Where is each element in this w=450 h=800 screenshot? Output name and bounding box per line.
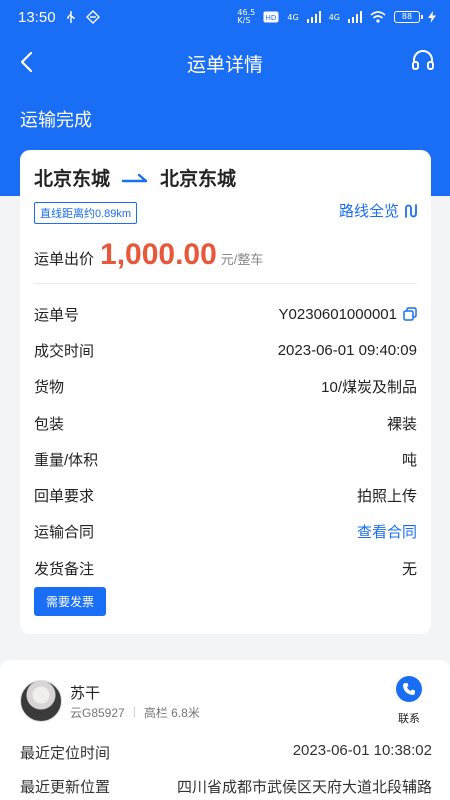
- order-status: 运输完成: [20, 110, 92, 130]
- detail-label: 运单号: [34, 306, 80, 324]
- detail-row-packaging: 包装 裸装: [34, 405, 417, 441]
- contact-button[interactable]: 联系: [394, 676, 424, 726]
- phone-icon: [396, 676, 422, 702]
- detail-row-receipt-requirement: 回单要求 拍照上传: [34, 477, 417, 513]
- order-number: Y0230601000001: [278, 305, 397, 323]
- price-unit: 元/整车: [220, 252, 264, 267]
- wifi-icon: [370, 11, 386, 23]
- app-notification-icon: [86, 10, 100, 24]
- detail-row-contract: 运输合同 查看合同: [34, 514, 417, 550]
- route-overview-label: 路线全览: [338, 203, 399, 220]
- location-time-label: 最近定位时间: [20, 745, 111, 762]
- detail-value: 裸装: [386, 415, 417, 433]
- status-time: 13:50: [18, 9, 56, 26]
- price-label: 运单出价: [34, 251, 95, 268]
- detail-label: 运输合同: [34, 524, 95, 542]
- status-bar: 13:50 46.5 K/S HD 4G 4G 88: [0, 0, 450, 36]
- need-invoice-button[interactable]: 需要发票: [34, 587, 107, 616]
- svg-text:HD: HD: [266, 14, 277, 22]
- contact-label: 联系: [398, 713, 420, 725]
- detail-value: 2023-06-01 09:40:09: [277, 341, 417, 359]
- route-icon: [405, 203, 417, 218]
- detail-label: 回单要求: [34, 488, 95, 506]
- customer-service-icon[interactable]: [410, 48, 436, 74]
- plate-number: 云G85927: [70, 706, 125, 720]
- vehicle-info: 高栏 6.8米: [143, 706, 200, 720]
- avatar: [20, 680, 62, 722]
- battery-icon: 88: [394, 11, 423, 23]
- detail-row-remark: 发货备注 无: [34, 550, 417, 586]
- last-location-place-row: 最近更新位置 四川省成都市武侯区天府大道北段辅路: [20, 776, 432, 797]
- detail-label: 重量/体积: [34, 451, 99, 469]
- signal-icon-2: [348, 11, 362, 23]
- detail-row-weight-volume: 重量/体积 吨: [34, 441, 417, 477]
- detail-row-goods: 货物 10/煤炭及制品: [34, 369, 417, 405]
- detail-label: 成交时间: [34, 342, 95, 360]
- route-to: 北京东城: [160, 169, 237, 190]
- driver-name: 苏干: [70, 685, 101, 702]
- network-speed: 46.5 K/S: [237, 8, 256, 25]
- detail-label: 发货备注: [34, 560, 95, 578]
- driver-card: 苏干 云G85927 | 高栏 6.8米 联系 最近定位时间 2023-06-0…: [0, 660, 450, 800]
- copy-icon[interactable]: [403, 307, 417, 321]
- hd-icon: HD: [263, 11, 279, 23]
- route-overview-link[interactable]: 路线全览: [339, 200, 419, 221]
- signal-icon: [306, 11, 321, 23]
- location-place-label: 最近更新位置: [20, 779, 111, 796]
- order-card: 北京东城 北京东城 直线距离约0.89km 路线全览 运单出价 1,000.00…: [20, 150, 431, 634]
- status-right-icons: 46.5 K/S HD 4G 4G 88: [237, 9, 436, 25]
- location-time-value: 2023-06-01 10:38:02: [292, 742, 432, 759]
- page-title: 运单详情: [186, 55, 263, 76]
- signal-4g-label-1: 4G: [287, 12, 299, 22]
- detail-label: 货物: [34, 379, 65, 397]
- distance-tag: 直线距离约0.89km: [34, 202, 138, 224]
- signal-4g-label-2: 4G: [328, 12, 340, 22]
- detail-value: 拍照上传: [356, 488, 417, 506]
- detail-value: 10/煤炭及制品: [321, 379, 417, 397]
- location-place-value: 四川省成都市武侯区天府大道北段辅路: [176, 779, 432, 796]
- detail-label: 包装: [34, 415, 65, 433]
- detail-row-order-no: 运单号 Y0230601000001: [34, 296, 417, 332]
- route-header: 北京东城 北京东城: [34, 164, 236, 191]
- status-notification-icons: [66, 10, 100, 24]
- driver-meta: 云G85927 | 高栏 6.8米: [70, 704, 200, 721]
- nav-bar: 运单详情: [0, 36, 450, 88]
- detail-value: 吨: [401, 451, 417, 469]
- last-location-time-row: 最近定位时间 2023-06-01 10:38:02: [20, 742, 432, 763]
- usb-icon: [67, 11, 75, 23]
- price-row: 运单出价 1,000.00 元/整车: [34, 238, 263, 272]
- divider: [34, 283, 417, 284]
- detail-value: 无: [401, 560, 417, 578]
- charging-icon: [428, 11, 436, 23]
- detail-row-deal-time: 成交时间 2023-06-01 09:40:09: [34, 332, 417, 368]
- meta-separator: |: [132, 704, 136, 718]
- details-list: 运单号 Y0230601000001 成交时间 2023-06-01 09:40…: [34, 296, 417, 586]
- view-contract-link[interactable]: 查看合同: [357, 521, 417, 542]
- price-value: 1,000.00: [100, 238, 217, 271]
- route-from: 北京东城: [34, 169, 111, 190]
- route-arrow-icon: [122, 173, 148, 182]
